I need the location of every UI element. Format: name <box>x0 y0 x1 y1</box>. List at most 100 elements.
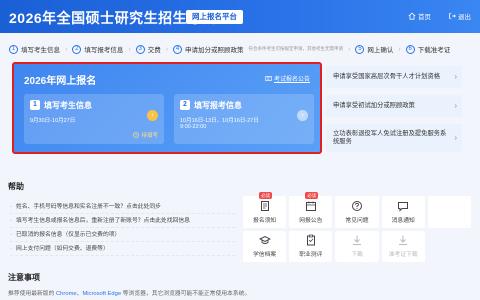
progress-steps: 1 填写考生信息 › 2 填写报考信息 › 3 交费 › 4 申请加分或照顾政策… <box>9 41 471 57</box>
tile-label: 职业测评 <box>299 252 323 259</box>
step-number: 4 <box>173 44 183 54</box>
arrow-right-icon[interactable]: › <box>147 110 158 121</box>
notes-prefix: 推荐使用最新版的 <box>8 291 56 297</box>
notes-text: 推荐使用最新版的 Chrome、Microsoft Edge 等浏览器，其它浏览… <box>8 288 250 297</box>
graduation-cap-icon <box>258 236 271 245</box>
promo-bonus-policy[interactable]: 申请享受初试加分或照顾政策 › <box>326 95 462 117</box>
quick-links-grid: 必读 报名须知 必读 网报公告 常见问题 消息通知 学信档案 职业测评 下载 准… <box>243 192 471 262</box>
card-label: 填写考生信息 <box>44 101 92 110</box>
card-date: 9月30日-10月27日 <box>30 118 76 124</box>
clock-icon <box>133 132 140 138</box>
logout-link[interactable]: 退出 <box>448 11 471 21</box>
tile-download: 下载 <box>335 230 379 262</box>
card-time: 9:00-22:00 <box>180 124 207 130</box>
tile-faq[interactable]: 常见问题 <box>335 196 379 228</box>
tile-label: 准考证下载 <box>388 252 418 259</box>
document-icon <box>260 200 269 211</box>
tile-label: 下载 <box>351 252 363 259</box>
promo-veteran-service[interactable]: 立功表彰退役军人免试注册及提免服务系统服务 › <box>326 124 462 152</box>
help-heading: 帮助 <box>8 182 24 191</box>
platform-badge: 网上报名平台 <box>186 10 243 24</box>
step-number: 5 <box>355 44 365 54</box>
tile-messages[interactable]: 消息通知 <box>381 196 425 228</box>
ticket-icon <box>399 235 408 246</box>
help-link[interactable]: 已取消的报名信息（仅显示已交费的项） <box>10 228 235 242</box>
promo-label: 立功表彰退役军人免试注册及提免服务系统服务 <box>333 129 447 145</box>
step-number: 1 <box>9 44 18 54</box>
notes-heading: 注意事项 <box>8 273 40 282</box>
help-list: 姓名、手机号码等信息和实名注册不一致？点击此处同步 填写考生信息或报名信息后，重… <box>10 200 235 256</box>
help-link[interactable]: 姓名、手机号码等信息和实名注册不一致？点击此处同步 <box>10 200 235 214</box>
step-separator: › <box>165 45 169 53</box>
card-number: 1 <box>30 100 40 110</box>
chrome-link[interactable]: Chrome <box>56 291 77 297</box>
fill-application-info-card[interactable]: 2 填写报考信息 10月16日-13日，10月16日-27日 9:00-22:0… <box>174 94 314 144</box>
tile-student-records[interactable]: 学信档案 <box>243 230 287 262</box>
tile-career-test[interactable]: 职业测评 <box>289 230 333 262</box>
registration-notice-link[interactable]: 考试报名公告 <box>265 74 310 83</box>
must-read-badge: 必读 <box>259 192 273 199</box>
home-icon <box>408 12 416 20</box>
promo-label: 申请享受初试加分或照顾政策 <box>333 101 415 109</box>
chevron-right-icon: › <box>454 100 457 110</box>
step-1: 1 填写考生信息 <box>9 44 60 54</box>
registration-title: 2026年网上报名 <box>24 76 97 87</box>
logout-label: 退出 <box>458 14 471 21</box>
step-4: 4 申请加分或照顾政策 符合条件考生可按规定申请，其他考生无需申请 <box>173 44 343 54</box>
arrow-right-icon[interactable]: › <box>297 110 308 121</box>
help-link[interactable]: 网上支付问题（如何交费、退费等） <box>10 242 235 256</box>
step-label: 交费 <box>147 47 161 54</box>
status-label: 待填写 <box>141 133 158 139</box>
notice-label: 考试报名公告 <box>273 77 310 83</box>
fill-candidate-info-card[interactable]: 1 填写考生信息 9月30日-10月27日 › 待填写 <box>24 94 164 144</box>
logout-icon <box>449 13 456 19</box>
step-label: 网上确认 <box>367 47 394 54</box>
step-separator: › <box>65 45 68 53</box>
promo-talent-plan[interactable]: 申请享受国家高层次骨干人才计划资格 › <box>326 66 462 88</box>
step-label: 申请加分或照顾政策 <box>185 47 244 54</box>
step-label: 填写报考信息 <box>84 47 124 54</box>
chevron-right-icon: › <box>454 132 457 142</box>
status-badge: 待填写 <box>133 131 158 139</box>
step-separator: › <box>348 45 351 53</box>
top-header: 2026年全国硕士研究生招生考试 网上报名平台 首页 退出 <box>0 0 480 33</box>
tile-label: 网报公告 <box>299 217 323 224</box>
edge-link[interactable]: Microsoft Edge <box>82 291 121 297</box>
step-3: 3 交费 <box>135 44 161 54</box>
step-number: 2 <box>72 44 82 54</box>
step-label: 下载准考证 <box>417 47 451 54</box>
card-number: 2 <box>180 100 190 110</box>
must-read-badge: 必读 <box>305 192 319 199</box>
promo-label: 申请享受国家高层次骨干人才计划资格 <box>333 72 441 80</box>
card-date: 10月16日-13日，10月16日-27日 <box>180 118 259 124</box>
chevron-right-icon: › <box>454 71 457 81</box>
tile-label: 学信档案 <box>252 252 277 259</box>
step-label: 填写考生信息 <box>21 47 60 54</box>
step-separator: › <box>398 45 401 53</box>
tile-admission-ticket: 准考证下载 <box>381 230 425 262</box>
step-2: 2 填写报考信息 <box>72 44 123 54</box>
tile-label: 报名须知 <box>252 217 277 224</box>
tile-empty <box>427 196 471 228</box>
tile-registration-guide[interactable]: 必读 报名须知 <box>243 192 287 228</box>
registration-panel: 2026年网上报名 考试报名公告 1 填写考生信息 9月30日-10月27日 ›… <box>12 62 322 154</box>
step-separator: › <box>128 45 131 53</box>
notes-suffix: 等浏览器，其它浏览器可能不能正常使用本系统。 <box>121 291 251 297</box>
step-6: 6 下载准考证 <box>405 44 451 54</box>
step-number: 3 <box>135 44 145 54</box>
question-icon <box>351 200 362 211</box>
download-icon <box>352 235 361 246</box>
tile-label: 常见问题 <box>345 217 369 224</box>
notice-icon <box>265 76 272 81</box>
clipboard-icon <box>306 234 315 246</box>
card-label: 填写报考信息 <box>194 101 242 110</box>
step-number: 6 <box>405 44 415 54</box>
step-note: 符合条件考生可按规定申请，其他考生无需申请 <box>248 46 344 51</box>
calendar-icon <box>305 201 316 211</box>
help-link[interactable]: 填写考生信息或报名信息后，重新注册了新账号？点击此处找回信息 <box>10 214 235 228</box>
tile-announcement[interactable]: 必读 网报公告 <box>289 192 333 228</box>
home-link[interactable]: 首页 <box>408 11 431 21</box>
home-label: 首页 <box>418 14 431 21</box>
tile-label: 消息通知 <box>391 217 415 224</box>
step-5: 5 网上确认 <box>355 44 393 54</box>
